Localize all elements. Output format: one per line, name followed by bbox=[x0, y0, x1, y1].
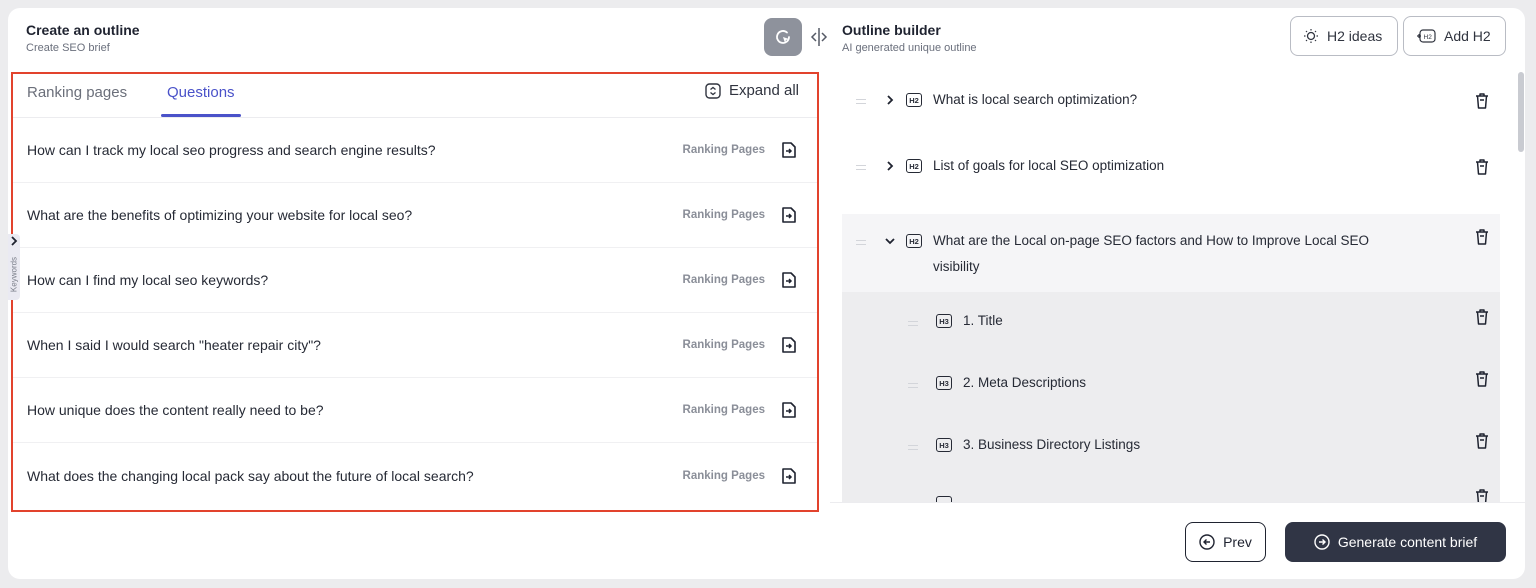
questions-panel: Ranking pages Questions Expand all How c… bbox=[11, 72, 819, 512]
outline-tree: H2 What is local search optimization? H2… bbox=[842, 68, 1500, 503]
outline-h3-text: 1. Title bbox=[963, 313, 1003, 328]
drag-handle-icon[interactable] bbox=[856, 165, 866, 170]
prev-label: Prev bbox=[1223, 534, 1252, 550]
ranking-pages-link[interactable]: Ranking Pages bbox=[683, 339, 765, 351]
left-panel-title: Create an outline bbox=[26, 22, 140, 38]
chevron-right-icon bbox=[11, 236, 18, 246]
question-row: How can I find my local seo keywords? Ra… bbox=[13, 248, 817, 313]
trash-icon[interactable] bbox=[1474, 370, 1490, 388]
question-row: What does the changing local pack say ab… bbox=[13, 443, 817, 508]
question-row: What are the benefits of optimizing your… bbox=[13, 183, 817, 248]
outline-h2-text-line1: What are the Local on-page SEO factors a… bbox=[933, 233, 1369, 248]
outline-h2-text: What is local search optimization? bbox=[933, 92, 1138, 107]
expand-all-label: Expand all bbox=[728, 82, 799, 99]
questions-list: How can I track my local seo progress an… bbox=[13, 118, 817, 508]
outline-h3-text: 3. Business Directory Listings bbox=[963, 437, 1141, 452]
h2-badge-icon: H2 bbox=[906, 93, 922, 107]
left-panel-subtitle: Create SEO brief bbox=[26, 42, 110, 54]
outline-h2-item[interactable]: H2 List of goals for local SEO optimizat… bbox=[842, 134, 1500, 214]
question-text: How can I find my local seo keywords? bbox=[27, 272, 269, 288]
outline-h2-item[interactable]: H2 What is local search optimization? bbox=[842, 68, 1500, 134]
chevron-right-icon[interactable] bbox=[884, 160, 896, 172]
add-h2-icon: H2 bbox=[1417, 29, 1436, 43]
outline-h3-item[interactable]: H3 2. Meta Descriptions bbox=[842, 354, 1500, 416]
question-text: What are the benefits of optimizing your… bbox=[27, 207, 413, 223]
add-to-outline-icon[interactable] bbox=[779, 140, 799, 160]
outline-h2-text: List of goals for local SEO optimization bbox=[933, 158, 1165, 173]
add-to-outline-icon[interactable] bbox=[779, 335, 799, 355]
right-panel-header: Outline builder AI generated unique outl… bbox=[842, 22, 977, 54]
question-text: What does the changing local pack say ab… bbox=[27, 467, 474, 484]
add-to-outline-icon[interactable] bbox=[779, 205, 799, 225]
drag-handle-icon[interactable] bbox=[908, 383, 918, 388]
question-row: How unique does the content really need … bbox=[13, 378, 817, 443]
trash-icon[interactable] bbox=[1474, 488, 1490, 503]
resize-arrows-icon bbox=[810, 28, 828, 46]
left-panel-header: Create an outline Create SEO brief bbox=[26, 22, 140, 54]
drag-handle-icon[interactable] bbox=[856, 99, 866, 104]
arrow-right-circle-icon bbox=[1314, 534, 1330, 550]
h2-ideas-button[interactable]: H2 ideas bbox=[1290, 16, 1398, 56]
outline-h3-text: 2. Meta Descriptions bbox=[963, 375, 1087, 390]
svg-text:H2: H2 bbox=[1424, 34, 1433, 41]
lightbulb-icon bbox=[1304, 29, 1318, 43]
tab-bar: Ranking pages Questions Expand all bbox=[13, 74, 817, 118]
expand-icon bbox=[705, 82, 721, 99]
generate-content-brief-button[interactable]: Generate content brief bbox=[1285, 522, 1506, 562]
ranking-pages-link[interactable]: Ranking Pages bbox=[683, 209, 765, 221]
refresh-button[interactable] bbox=[764, 18, 802, 56]
question-text: When I said I would search "heater repai… bbox=[27, 337, 321, 353]
add-to-outline-icon[interactable] bbox=[779, 400, 799, 420]
arrow-left-circle-icon bbox=[1199, 534, 1215, 550]
h3-badge-icon: H3 bbox=[936, 314, 952, 328]
drag-handle-icon[interactable] bbox=[856, 240, 866, 245]
tab-ranking-pages[interactable]: Ranking pages bbox=[27, 84, 127, 101]
question-row: How can I track my local seo progress an… bbox=[13, 118, 817, 183]
outline-h3-item[interactable]: H3 3. Business Directory Listings bbox=[842, 416, 1500, 478]
active-tab-indicator bbox=[161, 114, 241, 117]
question-text: How unique does the content really need … bbox=[27, 402, 324, 418]
drag-handle-icon[interactable] bbox=[908, 321, 918, 326]
panel-resize-handle[interactable] bbox=[810, 26, 828, 48]
footer-divider bbox=[830, 502, 1525, 503]
add-h2-button[interactable]: H2 Add H2 bbox=[1403, 16, 1506, 56]
trash-icon[interactable] bbox=[1474, 92, 1490, 110]
ranking-pages-link[interactable]: Ranking Pages bbox=[683, 274, 765, 286]
trash-icon[interactable] bbox=[1474, 228, 1490, 246]
drag-handle-icon[interactable] bbox=[908, 445, 918, 450]
add-h2-label: Add H2 bbox=[1444, 28, 1491, 44]
h3-badge-icon: H3 bbox=[936, 438, 952, 452]
generate-label: Generate content brief bbox=[1337, 534, 1478, 550]
right-panel-title: Outline builder bbox=[842, 22, 941, 38]
trash-icon[interactable] bbox=[1474, 158, 1490, 176]
keywords-side-label: Keywords bbox=[9, 256, 19, 293]
right-panel-subtitle: AI generated unique outline bbox=[842, 42, 977, 54]
chevron-right-icon[interactable] bbox=[884, 94, 896, 106]
chevron-down-icon[interactable] bbox=[884, 235, 896, 247]
trash-icon[interactable] bbox=[1474, 432, 1490, 450]
outline-h3-group: H3 1. Title H3 2. Meta Descriptions H3 3… bbox=[842, 292, 1500, 503]
tab-questions[interactable]: Questions bbox=[167, 84, 235, 101]
h2-badge-icon: H2 bbox=[906, 234, 922, 248]
add-to-outline-icon[interactable] bbox=[779, 466, 799, 486]
h3-badge-icon: H3 bbox=[936, 376, 952, 390]
app-frame: Create an outline Create SEO brief Ranki… bbox=[8, 8, 1525, 579]
outline-h3-item[interactable]: H3 1. Title bbox=[842, 292, 1500, 354]
refresh-cursor-icon bbox=[776, 30, 790, 44]
h2-ideas-label: H2 ideas bbox=[1327, 28, 1383, 44]
h2-badge-icon: H2 bbox=[906, 159, 922, 173]
ranking-pages-link[interactable]: Ranking Pages bbox=[683, 144, 765, 156]
trash-icon[interactable] bbox=[1474, 308, 1490, 326]
outline-scrollbar[interactable] bbox=[1518, 72, 1524, 152]
outline-h3-item-partial[interactable] bbox=[842, 478, 1500, 503]
outline-h2-item-expanded[interactable]: H2 What are the Local on-page SEO factor… bbox=[842, 214, 1500, 292]
expand-all-button[interactable]: Expand all bbox=[705, 82, 799, 99]
outline-h2-text-line2: visibility bbox=[933, 259, 980, 274]
prev-button[interactable]: Prev bbox=[1185, 522, 1266, 562]
question-text: How can I track my local seo progress an… bbox=[27, 142, 436, 158]
ranking-pages-link[interactable]: Ranking Pages bbox=[683, 404, 765, 416]
ranking-pages-link[interactable]: Ranking Pages bbox=[683, 470, 765, 482]
add-to-outline-icon[interactable] bbox=[779, 270, 799, 290]
question-row: When I said I would search "heater repai… bbox=[13, 313, 817, 378]
